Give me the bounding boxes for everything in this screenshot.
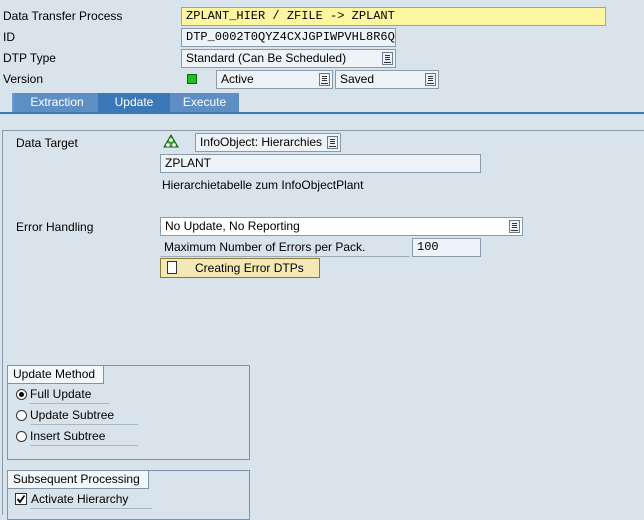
update-subtree-label: Update Subtree <box>30 408 115 422</box>
option-underline <box>30 403 110 404</box>
target-type-value: InfoObject: Hierarchies <box>200 135 323 149</box>
max-errors-field[interactable]: 100 <box>412 238 481 257</box>
activate-hierarchy-label: Activate Hierarchy <box>31 492 129 506</box>
dropdown-icon[interactable] <box>319 73 330 86</box>
document-icon <box>167 261 177 274</box>
panel-top-border <box>2 130 644 131</box>
dropdown-icon[interactable] <box>327 136 338 149</box>
creating-error-dtps-button[interactable]: Creating Error DTPs <box>160 258 320 278</box>
full-update-radio[interactable] <box>16 389 27 400</box>
tab-strip-line <box>0 112 644 114</box>
dtp-label: Data Transfer Process <box>3 9 123 23</box>
tab-execute[interactable]: Execute <box>170 93 239 112</box>
version-value: Active <box>221 72 254 86</box>
checkmark-icon <box>16 494 26 504</box>
dtp-type-value: Standard (Can Be Scheduled) <box>186 51 347 65</box>
dropdown-icon[interactable] <box>509 220 520 233</box>
error-handling-select[interactable]: No Update, No Reporting <box>160 217 523 236</box>
dtp-type-label: DTP Type <box>3 51 56 65</box>
error-handling-value: No Update, No Reporting <box>165 219 300 233</box>
dropdown-icon[interactable] <box>425 73 436 86</box>
dtp-type-select[interactable]: Standard (Can Be Scheduled) <box>181 49 396 68</box>
insert-subtree-radio[interactable] <box>16 431 27 442</box>
tab-extraction[interactable]: Extraction <box>14 93 100 112</box>
data-target-label: Data Target <box>16 136 78 150</box>
creating-error-dtps-label: Creating Error DTPs <box>195 261 304 275</box>
save-status-value: Saved <box>340 72 375 86</box>
max-errors-label: Maximum Number of Errors per Pack. <box>160 238 410 257</box>
dropdown-icon[interactable] <box>382 52 393 65</box>
version-label: Version <box>3 72 44 86</box>
full-update-label: Full Update <box>30 387 92 401</box>
id-field[interactable]: DTP_0002T0QYZ4CXJGPIWPVHL8R6Q <box>181 28 396 47</box>
target-name-field[interactable]: ZPLANT <box>160 154 481 173</box>
tab-update[interactable]: Update <box>98 93 170 112</box>
target-description: Hierarchietabelle zum InfoObjectPlant <box>162 178 364 192</box>
option-underline <box>30 424 138 425</box>
option-underline <box>30 445 138 446</box>
update-method-title: Update Method <box>8 366 105 384</box>
save-status-select[interactable]: Saved <box>335 70 439 89</box>
insert-subtree-label: Insert Subtree <box>30 429 106 443</box>
subsequent-processing-title: Subsequent Processing <box>8 471 149 489</box>
status-light-icon <box>187 74 197 84</box>
target-type-select[interactable]: InfoObject: Hierarchies <box>195 133 341 152</box>
id-label: ID <box>3 30 15 44</box>
option-underline <box>30 508 152 509</box>
version-select[interactable]: Active <box>216 70 333 89</box>
activate-hierarchy-checkbox[interactable] <box>15 493 27 505</box>
dtp-name-field[interactable]: ZPLANT_HIER / ZFILE -> ZPLANT <box>181 7 606 26</box>
hierarchy-icon <box>162 134 180 150</box>
error-handling-label: Error Handling <box>16 220 94 234</box>
panel-left-border <box>2 130 3 515</box>
update-subtree-radio[interactable] <box>16 410 27 421</box>
